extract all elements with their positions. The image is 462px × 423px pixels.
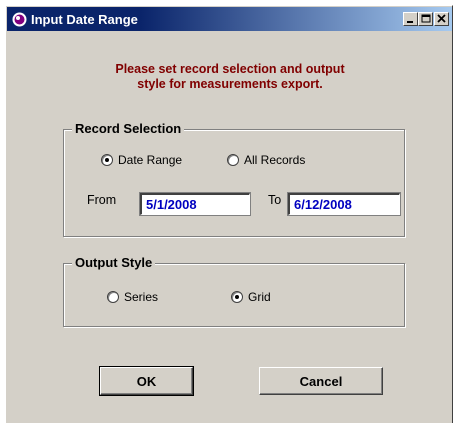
series-label: Series <box>124 290 159 304</box>
from-date-field[interactable]: 5/1/2008 <box>139 192 251 216</box>
cloud-app-icon <box>12 12 27 27</box>
radio-unselected-icon <box>107 291 119 303</box>
ok-button[interactable]: OK <box>99 366 194 396</box>
close-icon[interactable] <box>434 12 449 26</box>
series-radio[interactable]: Series <box>107 290 158 304</box>
instructions-line-2: style for measurements export. <box>137 77 323 91</box>
dialog-window: Input Date Range Please set record selec… <box>5 5 453 423</box>
grid-radio[interactable]: Grid <box>231 290 271 304</box>
cancel-button[interactable]: Cancel <box>259 367 383 395</box>
instructions-text: Please set record selection and output s… <box>6 62 454 92</box>
all-records-radio[interactable]: All Records <box>227 153 305 167</box>
date-range-radio[interactable]: Date Range <box>101 153 182 167</box>
record-selection-legend: Record Selection <box>72 121 185 136</box>
maximize-icon[interactable] <box>418 12 433 26</box>
minimize-icon[interactable] <box>403 12 418 26</box>
record-selection-group: Record Selection Date Range All Records … <box>63 121 405 237</box>
radio-unselected-icon <box>227 154 239 166</box>
date-range-label: Date Range <box>118 153 183 167</box>
all-records-label: All Records <box>244 153 306 167</box>
grid-label: Grid <box>248 290 271 304</box>
to-label: To <box>268 193 282 207</box>
from-label: From <box>87 193 117 207</box>
to-date-field[interactable]: 6/12/2008 <box>287 192 401 216</box>
output-style-group: Output Style Series Grid <box>63 255 405 327</box>
instructions-line-1: Please set record selection and output <box>115 62 345 76</box>
window-title: Input Date Range <box>31 12 138 27</box>
title-bar[interactable]: Input Date Range <box>7 7 452 31</box>
radio-selected-icon <box>101 154 113 166</box>
output-style-legend: Output Style <box>72 255 156 270</box>
radio-selected-icon <box>231 291 243 303</box>
